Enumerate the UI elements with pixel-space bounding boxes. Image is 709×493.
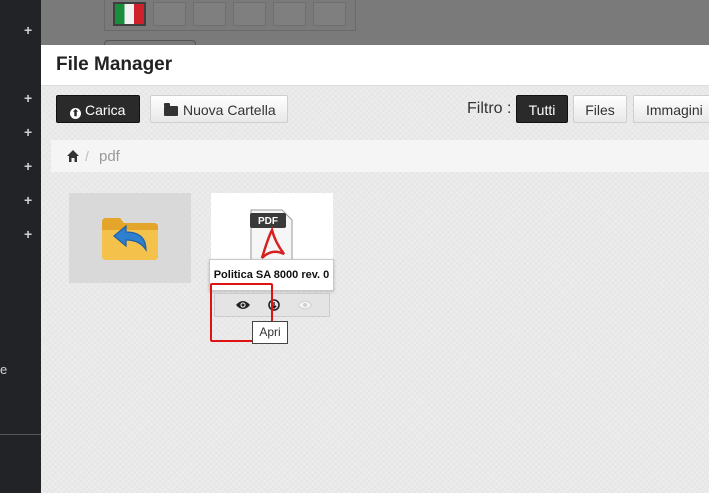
- open-tooltip: Apri: [252, 321, 288, 344]
- pdf-file-icon: PDF: [250, 209, 293, 263]
- new-folder-label: Nuova Cartella: [183, 102, 276, 118]
- italian-flag-icon[interactable]: [113, 2, 146, 26]
- flag-placeholder[interactable]: [313, 2, 346, 26]
- expand-plus-icon[interactable]: +: [24, 159, 32, 173]
- flag-placeholder[interactable]: [273, 2, 306, 26]
- filter-files-button[interactable]: Files: [573, 95, 627, 123]
- upload-icon: ⬆: [70, 108, 81, 119]
- flag-placeholder[interactable]: [233, 2, 266, 26]
- flag-placeholder[interactable]: [153, 2, 186, 26]
- flag-placeholder[interactable]: [193, 2, 226, 26]
- parent-folder-tile[interactable]: [69, 193, 191, 283]
- filter-label: Filtro :: [467, 100, 512, 117]
- home-icon[interactable]: [67, 150, 79, 162]
- breadcrumb-separator: /: [85, 148, 89, 164]
- preview-icon[interactable]: [298, 299, 312, 311]
- modal-title: File Manager: [56, 54, 173, 75]
- modal-header: File Manager: [41, 45, 709, 86]
- new-folder-button[interactable]: Nuova Cartella: [150, 95, 288, 123]
- expand-plus-icon[interactable]: +: [24, 193, 32, 207]
- sidebar: + + + + + + e: [0, 0, 41, 493]
- expand-plus-icon[interactable]: +: [24, 227, 32, 241]
- filter-images-button[interactable]: Immagini: [633, 95, 709, 123]
- folder-open-icon: [164, 103, 178, 116]
- expand-plus-icon[interactable]: +: [24, 91, 32, 105]
- language-selector: [104, 0, 356, 31]
- expand-plus-icon[interactable]: +: [24, 125, 32, 139]
- folder-back-icon: [102, 218, 158, 260]
- sidebar-partial-text: e: [0, 362, 8, 377]
- svg-text:PDF: PDF: [258, 216, 278, 227]
- breadcrumb-current: pdf: [99, 148, 120, 165]
- breadcrumb: / pdf: [51, 140, 709, 172]
- filter-all-button[interactable]: Tutti: [516, 95, 568, 123]
- expand-plus-icon[interactable]: +: [24, 23, 32, 37]
- sidebar-divider: [0, 434, 41, 435]
- upload-button[interactable]: ⬆ Carica: [56, 95, 140, 123]
- file-manager-modal: File Manager ⬆ Carica Nuova Cartella Filt…: [41, 45, 709, 493]
- upload-label: Carica: [85, 102, 126, 118]
